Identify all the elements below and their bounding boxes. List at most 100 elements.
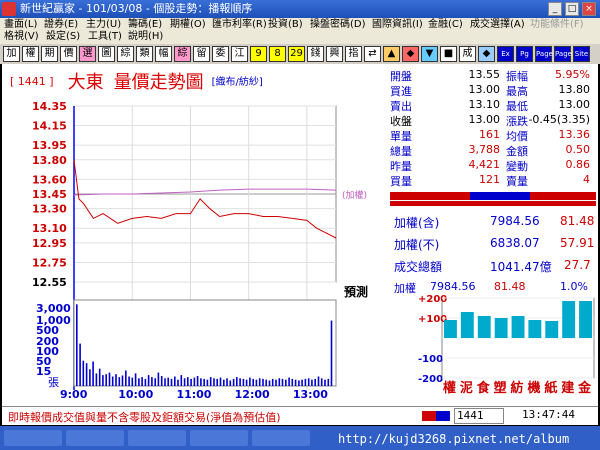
task-button[interactable] bbox=[252, 430, 310, 446]
task-button[interactable] bbox=[190, 430, 248, 446]
menu-securities[interactable]: 證券(E) bbox=[44, 19, 78, 31]
stock-code-input[interactable]: 1441 bbox=[454, 408, 504, 424]
menu-invest[interactable]: 投資(B) bbox=[268, 19, 303, 31]
quote-row: 買進 13.00 最高 13.80 bbox=[390, 83, 596, 98]
quote-row: 買量 121 賣量 4 bbox=[390, 173, 596, 188]
toolbar-button[interactable]: 29 bbox=[288, 46, 305, 62]
menu-tools[interactable]: 工具(T) bbox=[88, 31, 122, 43]
quote-label: 單量 bbox=[390, 130, 412, 143]
toolbar-button[interactable]: ■ bbox=[440, 46, 457, 62]
task-button[interactable] bbox=[66, 430, 124, 446]
sector-bar bbox=[494, 318, 508, 338]
volume-bar bbox=[219, 377, 222, 386]
maximize-button[interactable]: □ bbox=[565, 2, 579, 16]
menu-main-force[interactable]: 主力(U) bbox=[86, 19, 121, 31]
price-tick-label: 13.30 bbox=[32, 203, 67, 216]
toolbar-button[interactable]: 綜 bbox=[174, 46, 191, 62]
price-tick-label: 13.60 bbox=[32, 173, 67, 186]
volume-bar bbox=[115, 374, 117, 386]
toolbar-button[interactable]: 選 bbox=[79, 46, 96, 62]
menu-forex[interactable]: 匯市利率(R) bbox=[212, 19, 267, 31]
toolbar-button[interactable]: Site bbox=[573, 46, 590, 62]
toolbar-button[interactable]: 圖 bbox=[98, 46, 115, 62]
volume-bar bbox=[138, 378, 140, 386]
quote-row: 賣出 13.10 最低 13.00 bbox=[390, 98, 596, 113]
volume-bar bbox=[190, 378, 192, 386]
volume-bar bbox=[317, 376, 320, 386]
toolbar-button[interactable]: Page bbox=[535, 46, 553, 62]
menu-international[interactable]: 國際資訊(I) bbox=[372, 19, 423, 31]
volume-bar bbox=[82, 360, 85, 386]
sector-label: 泥 bbox=[460, 381, 473, 396]
menu-settings[interactable]: 設定(S) bbox=[46, 31, 80, 43]
toolbar-button[interactable]: ◆ bbox=[478, 46, 495, 62]
menu-screen[interactable]: 畫面(L) bbox=[4, 19, 37, 31]
toolbar-button[interactable]: 價 bbox=[60, 46, 77, 62]
toolbar-button[interactable]: 興 bbox=[326, 46, 343, 62]
index-bar-change: 81.48 bbox=[494, 280, 526, 293]
menu-chips[interactable]: 籌碼(E) bbox=[128, 19, 162, 31]
toolbar-button[interactable]: 9 bbox=[250, 46, 267, 62]
toolbar-button[interactable]: 8 bbox=[269, 46, 286, 62]
menu-trade-select[interactable]: 成交選擇(A) bbox=[470, 19, 525, 31]
volume-bar bbox=[311, 379, 313, 386]
minimize-button[interactable]: _ bbox=[548, 2, 562, 16]
price-tick-label: 12.95 bbox=[32, 237, 67, 250]
volume-bar bbox=[242, 378, 245, 386]
quote-row: 單量 161 均價 13.36 bbox=[390, 128, 596, 143]
toolbar-button[interactable]: 幅 bbox=[155, 46, 172, 62]
toolbar-button[interactable]: ⇄ bbox=[364, 46, 381, 62]
task-button[interactable] bbox=[128, 430, 186, 446]
toolbar-button[interactable]: 加 bbox=[3, 46, 20, 62]
toolbar-button[interactable]: Ex bbox=[497, 46, 514, 62]
quote-value: 13.80 bbox=[558, 83, 591, 96]
quote-label: 振幅 bbox=[506, 70, 528, 83]
toolbar-button[interactable]: 成 bbox=[459, 46, 476, 62]
menu-finance[interactable]: 金融(C) bbox=[428, 19, 463, 31]
toolbar-button[interactable]: 期 bbox=[41, 46, 58, 62]
quote-label: 賣量 bbox=[506, 175, 528, 188]
toolbar-button[interactable]: ▲ bbox=[383, 46, 400, 62]
price-tick-label: 12.55 bbox=[32, 276, 67, 289]
stock-code: [ 1441 ] bbox=[10, 75, 54, 88]
toolbar-button[interactable]: 類 bbox=[136, 46, 153, 62]
quote-label: 開盤 bbox=[390, 70, 412, 83]
toolbar-button[interactable]: 指 bbox=[345, 46, 362, 62]
sector-label: 建 bbox=[561, 380, 574, 396]
task-button[interactable] bbox=[4, 430, 62, 446]
index-incl-value: 7984.56 bbox=[490, 214, 540, 228]
toolbar-button[interactable]: 綜 bbox=[117, 46, 134, 62]
close-button[interactable]: × bbox=[582, 2, 596, 16]
volume-bar bbox=[144, 378, 147, 386]
quote-value: 4 bbox=[583, 173, 590, 186]
toolbar-button[interactable]: Pg bbox=[516, 46, 533, 62]
title-bar: 新世紀贏家 - 101/03/08 - 個股走勢：播報順序 _ □ × bbox=[0, 0, 600, 18]
menu-view[interactable]: 格視(V) bbox=[4, 31, 39, 43]
volume-bar bbox=[128, 376, 130, 386]
toolbar-button[interactable]: ◆ bbox=[402, 46, 419, 62]
menu-trading-code[interactable]: 操盤密碼(D) bbox=[310, 19, 366, 31]
volume-bar bbox=[330, 320, 333, 386]
volume-plot-frame bbox=[73, 299, 337, 387]
toolbar-button[interactable]: 錢 bbox=[307, 46, 324, 62]
toolbar-button[interactable]: 權 bbox=[22, 46, 39, 62]
menu-help[interactable]: 說明(H) bbox=[128, 31, 163, 43]
volume-bar bbox=[196, 376, 199, 386]
sector-bar bbox=[579, 301, 592, 338]
volume-bar bbox=[105, 374, 107, 386]
quote-row: 昨量 4,421 變動 0.86 bbox=[390, 158, 596, 173]
toolbar-button[interactable]: Page bbox=[554, 46, 572, 62]
toolbar-button[interactable]: 留 bbox=[193, 46, 210, 62]
menu-options[interactable]: 期權(O) bbox=[170, 19, 206, 31]
time-tick-label: 12:00 bbox=[235, 388, 270, 401]
toolbar-button[interactable]: ▼ bbox=[421, 46, 438, 62]
menu-function[interactable]: 功能條件(F) bbox=[530, 19, 584, 31]
quote-value: 13.36 bbox=[558, 128, 591, 141]
chart-title-text: 量價走勢圖 bbox=[113, 72, 204, 93]
index-excl-change: 57.91 bbox=[560, 236, 595, 250]
sector-tick-label: +200 bbox=[418, 294, 447, 305]
quote-row: 總量 3,788 金額 0.50 bbox=[390, 143, 596, 158]
toolbar-button[interactable]: 江 bbox=[231, 46, 248, 62]
toolbar-button[interactable]: 委 bbox=[212, 46, 229, 62]
sector-bar bbox=[511, 316, 525, 338]
